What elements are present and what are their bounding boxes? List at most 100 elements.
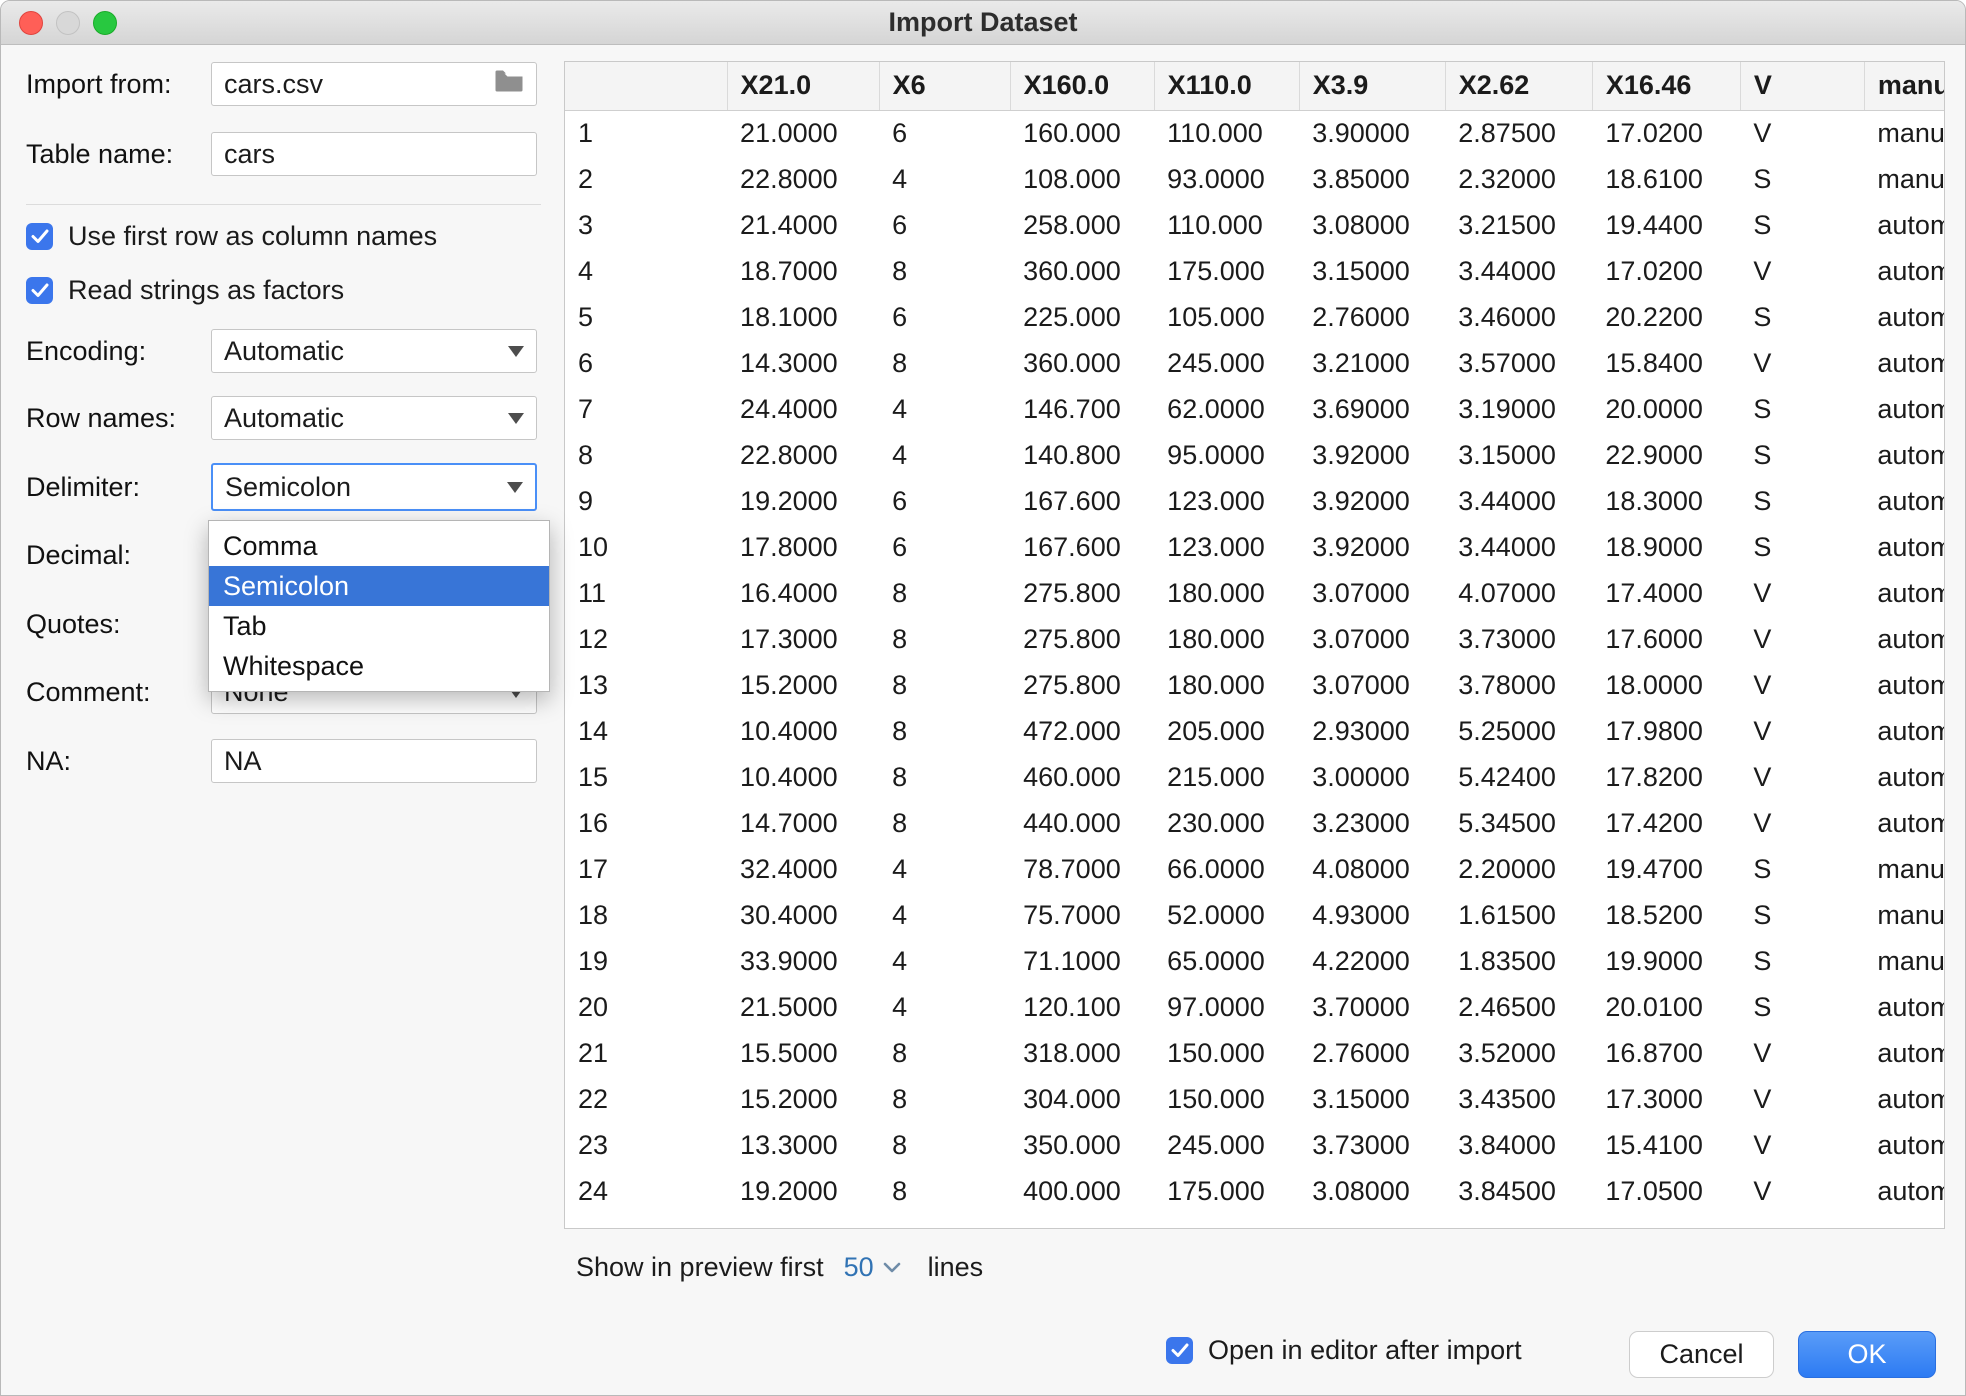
data-cell: 8: [879, 800, 1010, 846]
delimiter-select[interactable]: Semicolon: [211, 463, 537, 511]
folder-icon[interactable]: [494, 69, 524, 100]
preview-table: X21.0X6X160.0X110.0X3.9X2.62X16.46Vmanu1…: [565, 62, 1945, 1214]
chevron-down-icon: [507, 482, 523, 493]
data-cell: 17.8200: [1592, 754, 1740, 800]
data-cell: 472.000: [1010, 708, 1154, 754]
table-row: 321.40006258.000110.0003.080003.2150019.…: [565, 202, 1945, 248]
data-cell: autom: [1864, 524, 1945, 570]
zoom-window-button[interactable]: [93, 11, 117, 35]
table-name-field[interactable]: cars: [211, 132, 537, 176]
row-number-cell: 5: [565, 294, 727, 340]
data-cell: V: [1740, 110, 1864, 156]
data-cell: 21.4000: [727, 202, 879, 248]
data-cell: autom: [1864, 800, 1945, 846]
data-cell: 3.21000: [1299, 340, 1445, 386]
data-cell: S: [1740, 846, 1864, 892]
row-names-row: Row names: Automatic: [26, 396, 541, 440]
data-cell: 20.0000: [1592, 386, 1740, 432]
encoding-label: Encoding:: [26, 336, 211, 367]
delimiter-popup: CommaSemicolonTabWhitespace: [208, 520, 550, 692]
data-cell: 146.700: [1010, 386, 1154, 432]
table-row: 121.00006160.000110.0003.900002.8750017.…: [565, 110, 1945, 156]
data-cell: 360.000: [1010, 340, 1154, 386]
minimize-window-button[interactable]: [56, 11, 80, 35]
delimiter-label: Delimiter:: [26, 472, 211, 503]
data-cell: 3.46000: [1445, 294, 1592, 340]
data-cell: 97.0000: [1154, 984, 1299, 1030]
data-cell: 2.32000: [1445, 156, 1592, 202]
data-cell: 2.93000: [1299, 708, 1445, 754]
table-row: 1116.40008275.800180.0003.070004.0700017…: [565, 570, 1945, 616]
preview-lines-dropdown[interactable]: 50: [844, 1252, 902, 1283]
data-cell: 95.0000: [1154, 432, 1299, 478]
data-cell: 3.19000: [1445, 386, 1592, 432]
data-cell: 17.8000: [727, 524, 879, 570]
data-cell: V: [1740, 1168, 1864, 1214]
ok-button[interactable]: OK: [1798, 1331, 1936, 1378]
row-names-select[interactable]: Automatic: [211, 396, 537, 440]
data-cell: 3.90000: [1299, 110, 1445, 156]
data-cell: 6: [879, 202, 1010, 248]
data-cell: S: [1740, 892, 1864, 938]
close-window-button[interactable]: [19, 11, 43, 35]
data-cell: 18.1000: [727, 294, 879, 340]
data-cell: V: [1740, 616, 1864, 662]
data-cell: 8: [879, 570, 1010, 616]
data-cell: autom: [1864, 1030, 1945, 1076]
data-cell: 17.4200: [1592, 800, 1740, 846]
data-cell: 19.4700: [1592, 846, 1740, 892]
data-cell: 66.0000: [1154, 846, 1299, 892]
delimiter-option-tab[interactable]: Tab: [209, 606, 549, 646]
delimiter-option-semicolon[interactable]: Semicolon: [209, 566, 549, 606]
data-cell: 180.000: [1154, 616, 1299, 662]
data-cell: 3.78000: [1445, 662, 1592, 708]
divider: [26, 204, 541, 205]
row-number-cell: 11: [565, 570, 727, 616]
data-cell: 19.4400: [1592, 202, 1740, 248]
table-row: 222.80004108.00093.00003.850002.3200018.…: [565, 156, 1945, 202]
data-cell: 258.000: [1010, 202, 1154, 248]
open-editor-checkbox-row[interactable]: Open in editor after import: [1166, 1335, 1522, 1366]
data-cell: 2.46500: [1445, 984, 1592, 1030]
data-cell: V: [1740, 1076, 1864, 1122]
data-cell: 245.000: [1154, 1122, 1299, 1168]
data-cell: S: [1740, 984, 1864, 1030]
data-cell: 140.800: [1010, 432, 1154, 478]
data-cell: 30.4000: [727, 892, 879, 938]
strings-as-factors-checkbox-row[interactable]: Read strings as factors: [26, 275, 541, 305]
encoding-select[interactable]: Automatic: [211, 329, 537, 373]
first-row-names-checkbox[interactable]: [26, 223, 53, 250]
row-number-cell: 1: [565, 110, 727, 156]
data-cell: S: [1740, 294, 1864, 340]
data-cell: 4: [879, 846, 1010, 892]
import-from-field[interactable]: cars.csv: [211, 62, 537, 106]
preview-lines-bar: Show in preview first 50 lines: [576, 1245, 983, 1289]
first-row-names-checkbox-row[interactable]: Use first row as column names: [26, 221, 541, 251]
na-row: NA: NA: [26, 739, 541, 783]
data-cell: 167.600: [1010, 524, 1154, 570]
data-cell: 230.000: [1154, 800, 1299, 846]
data-cell: 215.000: [1154, 754, 1299, 800]
data-cell: V: [1740, 662, 1864, 708]
data-cell: 120.100: [1010, 984, 1154, 1030]
data-cell: autom: [1864, 248, 1945, 294]
row-number-cell: 24: [565, 1168, 727, 1214]
data-cell: 6: [879, 524, 1010, 570]
open-editor-checkbox[interactable]: [1166, 1337, 1193, 1364]
delimiter-option-comma[interactable]: Comma: [209, 526, 549, 566]
strings-as-factors-checkbox[interactable]: [26, 277, 53, 304]
data-cell: 440.000: [1010, 800, 1154, 846]
data-cell: 17.0500: [1592, 1168, 1740, 1214]
data-cell: 22.8000: [727, 156, 879, 202]
data-cell: 14.7000: [727, 800, 879, 846]
na-field[interactable]: NA: [211, 739, 537, 783]
data-cell: 78.7000: [1010, 846, 1154, 892]
row-number-cell: 13: [565, 662, 727, 708]
row-number-cell: 7: [565, 386, 727, 432]
cancel-button[interactable]: Cancel: [1629, 1331, 1774, 1378]
data-cell: 3.07000: [1299, 616, 1445, 662]
row-number-cell: 15: [565, 754, 727, 800]
strings-as-factors-label: Read strings as factors: [68, 275, 344, 306]
row-number-cell: 18: [565, 892, 727, 938]
delimiter-option-whitespace[interactable]: Whitespace: [209, 646, 549, 686]
